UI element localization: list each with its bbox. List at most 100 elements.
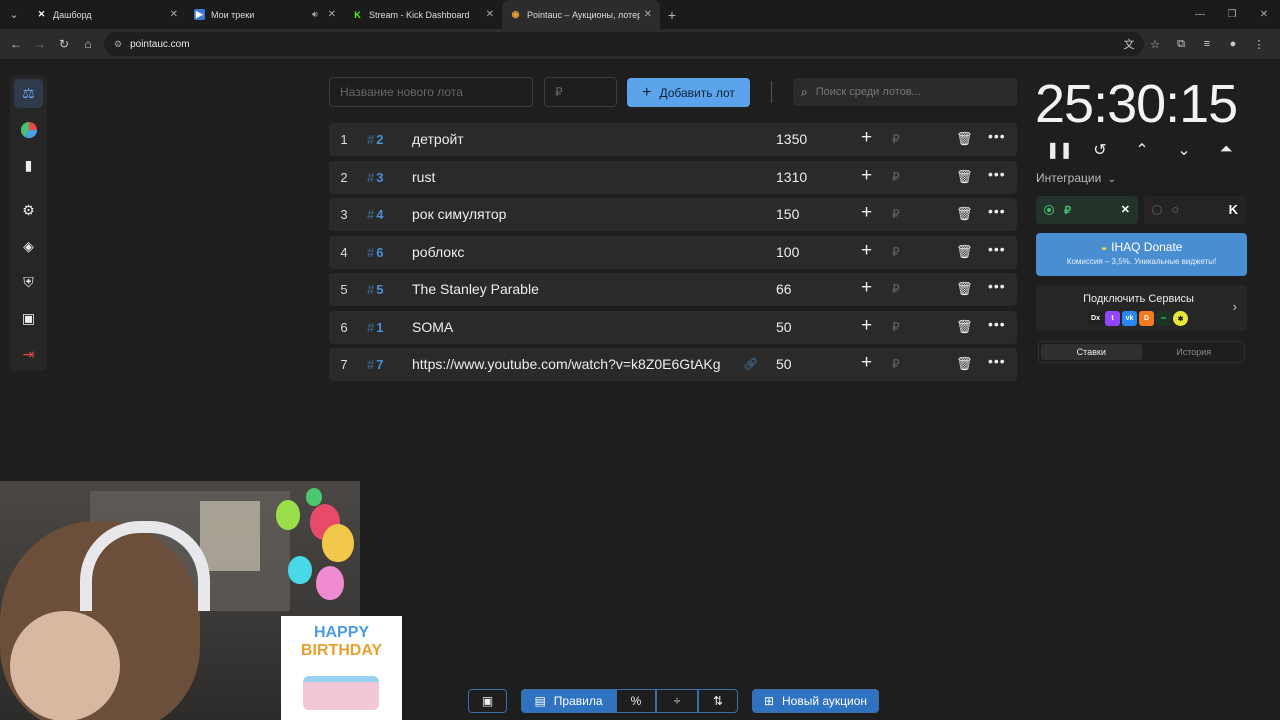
close-icon[interactable]: ✕ <box>170 9 178 20</box>
settings-gear-icon[interactable]: ⚙ <box>14 196 43 225</box>
lot-name[interactable]: https://www.youtube.com/watch?v=k8Z0E6Gt… <box>412 356 727 372</box>
add-bid-button[interactable]: + <box>861 202 872 224</box>
wheel-icon[interactable] <box>14 115 43 144</box>
close-icon[interactable]: ✕ <box>644 9 652 20</box>
lot-currency[interactable]: ₽ <box>892 170 900 184</box>
delete-icon[interactable]: 🗑︎ <box>956 169 973 185</box>
tab-dashboard[interactable]: ✕ Дашборд ✕ <box>28 0 186 29</box>
layers-icon[interactable]: ◈ <box>14 232 43 261</box>
chevron-down-icon[interactable]: ⌄ <box>1172 140 1196 160</box>
sort-icon[interactable]: ⇅ <box>698 689 738 713</box>
lot-name[interactable]: рок симулятор <box>412 206 727 222</box>
more-icon[interactable]: ••• <box>988 316 1006 332</box>
bottom-toolbar: ▣ ▤ Правила % ÷ ⇅ ⊞ Новый аукцион <box>468 689 879 713</box>
lot-currency[interactable]: ₽ <box>892 357 900 371</box>
lot-name[interactable]: SOMA <box>412 319 727 335</box>
new-auction-button[interactable]: ⊞ Новый аукцион <box>752 689 879 713</box>
lot-currency[interactable]: ₽ <box>892 207 900 221</box>
delete-icon[interactable]: 🗑︎ <box>956 206 973 222</box>
tab-history[interactable]: История <box>1144 342 1245 362</box>
statistics-icon[interactable]: ▮ <box>14 151 43 180</box>
tab-my-tracks[interactable]: ▶ Мои треки 🔊︎ ✕ <box>186 0 344 29</box>
more-icon[interactable]: ••• <box>988 241 1006 257</box>
lot-currency[interactable]: ₽ <box>892 320 900 334</box>
speaker-icon[interactable]: 🔊︎ <box>312 9 318 20</box>
add-bid-button[interactable]: + <box>861 240 872 262</box>
ihaq-donate-banner[interactable]: ◒ IHAQ Donate Комиссия – 3,5%. Уникальны… <box>1036 233 1247 276</box>
add-bid-button[interactable]: + <box>861 277 872 299</box>
translate-icon[interactable]: 文 <box>1116 36 1142 52</box>
delete-icon[interactable]: 🗑︎ <box>956 244 973 260</box>
add-bid-button[interactable]: + <box>861 127 872 149</box>
percent-icon[interactable]: % <box>616 689 656 713</box>
site-info-icon[interactable]: ⚙ <box>114 39 122 50</box>
auction-hammer-icon[interactable]: ⚖ <box>14 79 43 108</box>
tab-search-icon[interactable]: ⌄ <box>0 0 28 29</box>
more-icon[interactable]: ••• <box>988 203 1006 219</box>
tab-label: Дашборд <box>53 9 92 20</box>
add-bid-button[interactable]: + <box>861 352 872 374</box>
restore-icon[interactable]: ❐ <box>1216 9 1248 20</box>
menu-icon[interactable]: ⋮ <box>1246 38 1272 51</box>
window-controls: — ❐ ✕ <box>1184 0 1280 29</box>
profile-avatar-icon[interactable]: ● <box>1220 38 1246 50</box>
link-icon[interactable]: 🔗︎ <box>743 357 758 371</box>
close-icon[interactable]: ✕ <box>328 9 336 20</box>
delete-icon[interactable]: 🗑︎ <box>956 131 973 147</box>
bids-history-tabs: Ставки История <box>1038 341 1245 363</box>
delete-icon[interactable]: 🗑︎ <box>956 356 973 372</box>
logout-icon[interactable]: ⇥ <box>14 340 43 369</box>
connect-services-button[interactable]: Подключить Сервисы Dx t vk D ∞ ✱ › <box>1036 285 1247 331</box>
more-icon[interactable]: ••• <box>988 128 1006 144</box>
chevron-up-icon[interactable]: ⌃ <box>1130 140 1154 160</box>
search-lots-input[interactable]: ⌕ Поиск среди лотов... <box>793 78 1017 106</box>
lot-name[interactable]: детройт <box>412 131 727 147</box>
tab-bids[interactable]: Ставки <box>1041 344 1142 360</box>
integration-active[interactable]: ₽ ✕ <box>1036 196 1138 224</box>
integration-inactive[interactable]: ◌ K <box>1144 196 1246 224</box>
lot-name[interactable]: роблокс <box>412 244 727 260</box>
back-icon[interactable]: ← <box>4 37 28 51</box>
reload-icon[interactable]: ↻ <box>52 37 76 51</box>
video-icon[interactable]: ▣ <box>14 304 43 333</box>
delete-icon[interactable]: 🗑︎ <box>956 281 973 297</box>
address-bar[interactable]: ⚙ pointauc.com <box>104 32 1144 56</box>
more-icon[interactable]: ••• <box>988 278 1006 294</box>
minimize-icon[interactable]: — <box>1184 9 1216 20</box>
add-lot-button[interactable]: + Добавить лот <box>627 78 750 107</box>
reset-icon[interactable]: ↺ <box>1088 140 1112 160</box>
lot-name[interactable]: The Stanley Parable <box>412 281 727 297</box>
bookmark-star-icon[interactable]: ☆ <box>1142 38 1168 51</box>
lot-name[interactable]: rust <box>412 169 727 185</box>
double-chevron-up-icon[interactable]: ⏶ <box>1214 141 1238 159</box>
kick-green-icon: ✱ <box>1173 311 1188 326</box>
lot-fast-id: #7 <box>367 357 384 372</box>
close-icon[interactable]: ✕ <box>486 9 494 20</box>
extensions-icon[interactable]: ⧉ <box>1168 38 1194 51</box>
browser-actions: 文 ☆ ⧉ ≡ ● ⋮ <box>1116 29 1272 59</box>
shield-icon[interactable]: ⛨ <box>14 268 43 297</box>
integrations-toggle[interactable]: Интеграции ⌄ <box>1036 171 1116 185</box>
more-icon[interactable]: ••• <box>988 166 1006 182</box>
more-icon[interactable]: ••• <box>988 353 1006 369</box>
add-bid-button[interactable]: + <box>861 165 872 187</box>
lot-currency[interactable]: ₽ <box>892 245 900 259</box>
save-icon[interactable]: ▣ <box>468 689 507 713</box>
tab-pointauc[interactable]: ◉ Pointauc – Аукционы, лотереи ✕ <box>502 0 660 29</box>
rules-button[interactable]: ▤ Правила <box>521 689 616 713</box>
forward-icon[interactable]: → <box>28 37 52 51</box>
lot-currency[interactable]: ₽ <box>892 132 900 146</box>
delete-icon[interactable]: 🗑︎ <box>956 319 973 335</box>
new-lot-amount-input[interactable]: ₽ <box>544 77 617 107</box>
pause-icon[interactable]: ❚❚ <box>1046 140 1073 160</box>
add-bid-button[interactable]: + <box>861 315 872 337</box>
close-window-icon[interactable]: ✕ <box>1248 9 1280 20</box>
media-icon[interactable]: ≡ <box>1194 38 1220 50</box>
new-tab-button[interactable]: + <box>660 7 684 23</box>
lot-currency[interactable]: ₽ <box>892 282 900 296</box>
home-icon[interactable]: ⌂ <box>76 37 100 51</box>
tab-kick-dashboard[interactable]: K Stream - Kick Dashboard ✕ <box>344 0 502 29</box>
split-icon[interactable]: ÷ <box>656 689 698 713</box>
new-lot-name-input[interactable]: Название нового лота <box>329 77 533 107</box>
birthday-line-1: HAPPY <box>313 624 370 641</box>
